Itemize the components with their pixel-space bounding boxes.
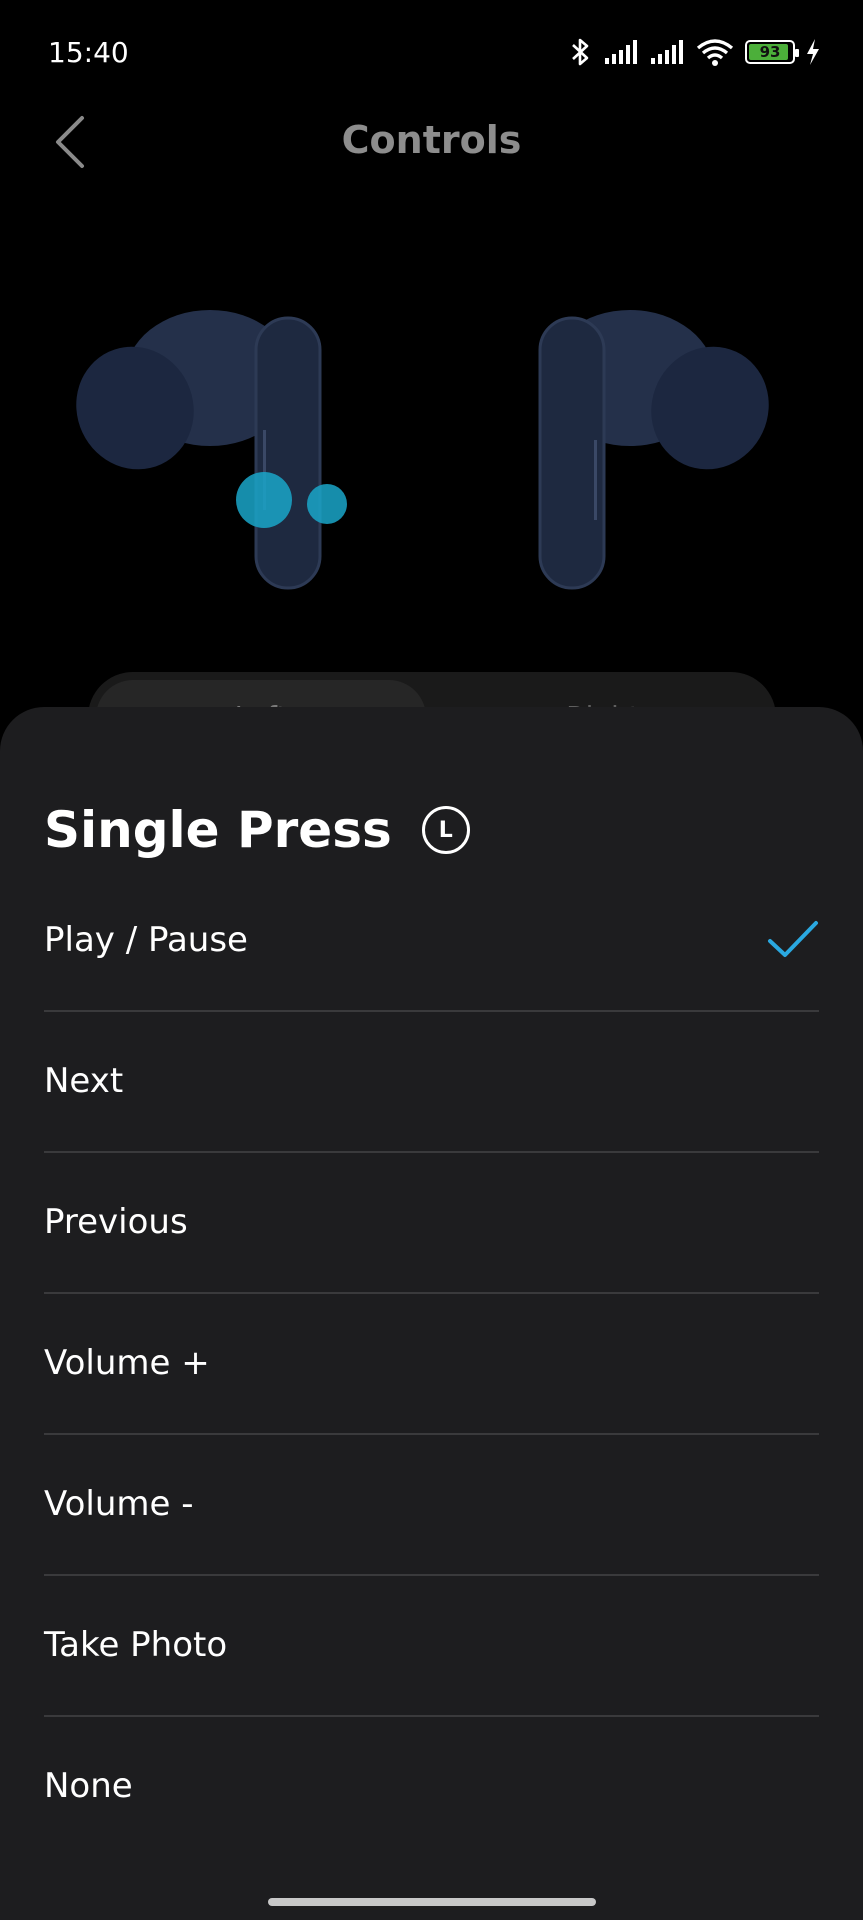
signal-icon: [605, 40, 637, 64]
earbuds-image: [60, 290, 800, 610]
option-play-pause[interactable]: Play / Pause: [44, 871, 819, 1012]
option-label: Volume -: [44, 1484, 194, 1524]
option-label: Next: [44, 1061, 124, 1101]
options-list: Play / Pause Next Previous Volume + Volu…: [44, 871, 819, 1856]
side-badge: L: [421, 806, 470, 854]
option-take-photo[interactable]: Take Photo: [44, 1576, 819, 1717]
signal-icon-2: [651, 40, 683, 64]
battery-level: 93: [759, 43, 781, 61]
wifi-icon: [696, 39, 734, 66]
battery-tip: [795, 49, 799, 57]
battery-icon: 93: [745, 40, 799, 64]
charging-icon: [807, 39, 819, 65]
option-none[interactable]: None: [44, 1717, 819, 1856]
bluetooth-icon: [572, 38, 589, 66]
status-time: 15:40: [48, 36, 129, 69]
option-label: Volume +: [44, 1343, 210, 1383]
status-icons: 93: [569, 34, 821, 70]
status-bar: 15:40 93: [0, 0, 863, 100]
home-indicator[interactable]: [268, 1898, 596, 1906]
sheet-title: Single Press L: [44, 801, 470, 859]
option-previous[interactable]: Previous: [44, 1153, 819, 1294]
option-label: Previous: [44, 1202, 188, 1242]
check-icon: [768, 921, 818, 957]
option-label: Take Photo: [44, 1625, 228, 1665]
option-volume-up[interactable]: Volume +: [44, 1294, 819, 1435]
sheet-title-text: Single Press: [44, 801, 392, 859]
option-next[interactable]: Next: [44, 1012, 819, 1153]
page-title: Controls: [341, 118, 522, 162]
option-label: Play / Pause: [44, 920, 248, 960]
bottom-sheet: Single Press L Play / Pause Next Previou…: [0, 707, 863, 1920]
option-label: None: [44, 1766, 133, 1806]
option-volume-down[interactable]: Volume -: [44, 1435, 819, 1576]
